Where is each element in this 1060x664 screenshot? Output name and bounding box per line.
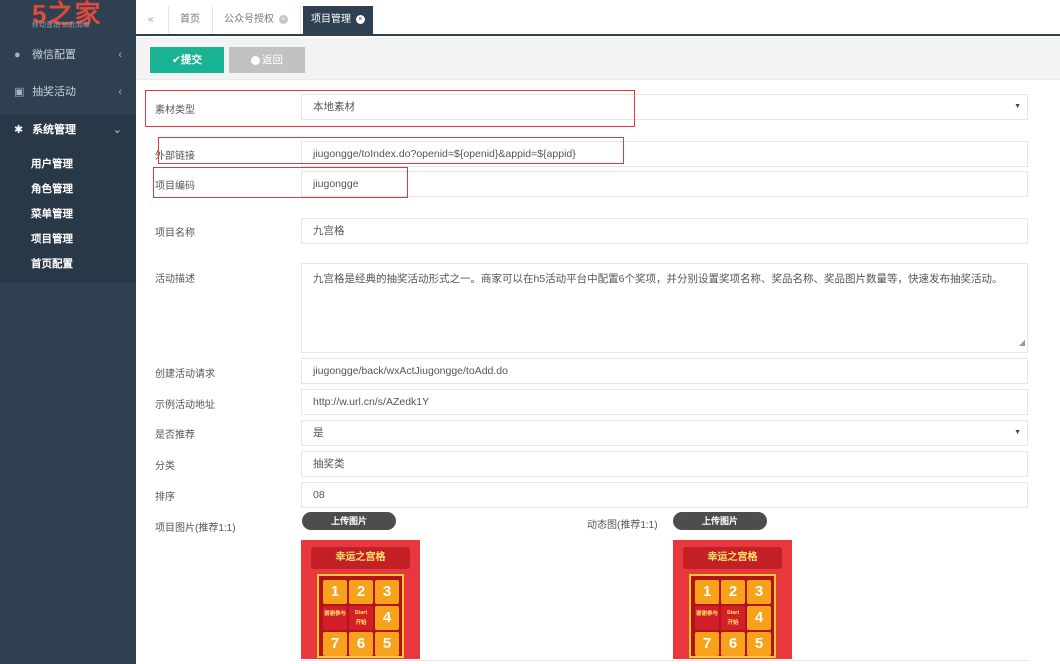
category-label: 分类 (155, 461, 175, 472)
highlight-box (158, 137, 624, 164)
preview-start-cell: Start 开始 (349, 606, 373, 630)
tab-home[interactable]: 首页 (180, 6, 200, 34)
create-request-label: 创建活动请求 (155, 369, 215, 380)
preview-cell: 6 (721, 632, 745, 656)
tab-official-account-auth[interactable]: 公众号授权 × (224, 6, 288, 34)
preview-cell: 6 (349, 632, 373, 656)
sidebar-subitem-menus[interactable]: 菜单管理 (0, 202, 136, 227)
preview-cell: 5 (747, 632, 771, 656)
sidebar-subitem-projects[interactable]: 项目管理 (0, 227, 136, 252)
preview-cell: 2 (721, 580, 745, 604)
preview-title: 幸运之宫格 (683, 547, 782, 569)
close-icon[interactable]: × (278, 14, 288, 24)
gift-icon: ▣ (14, 86, 25, 98)
sidebar-item-label: 抽奖活动 (32, 86, 77, 98)
preview-cell: 1 (695, 580, 719, 604)
divider (300, 6, 301, 34)
project-name-label: 项目名称 (155, 228, 195, 239)
project-name-input[interactable]: 九宫格 (301, 218, 1028, 244)
tab-bar: « 首页 公众号授权 × 项目管理 × (136, 0, 1060, 36)
tab-label: 公众号授权 (224, 14, 274, 25)
project-image-label: 项目图片(推荐1:1) (155, 523, 236, 534)
preview-start-text-cn: 开始 (355, 620, 367, 626)
recommended-select[interactable]: 是 ▼ (301, 420, 1028, 446)
highlight-box (145, 90, 635, 127)
highlight-box (153, 167, 408, 198)
preview-start-cell: Start 开始 (721, 606, 745, 630)
toolbar: ✔提交 返回 (136, 38, 1060, 80)
chevron-down-icon: ⌄ (112, 124, 122, 136)
sidebar-subitem-home-config[interactable]: 首页配置 (0, 252, 136, 277)
tab-label: 项目管理 (311, 14, 351, 25)
sidebar-item-label: 系统管理 (32, 124, 77, 136)
tab-scroll-left-icon[interactable]: « (148, 6, 154, 34)
description-text: 九宫格是经典的抽奖活动形式之一。商家可以在h5活动平台中配置6个奖项，并分别设置… (313, 273, 1003, 285)
preview-cell: 谢谢参与 (695, 606, 719, 630)
sidebar-item-lottery[interactable]: ▣ 抽奖活动 ‹ (0, 74, 136, 111)
preview-board: 1 2 3 谢谢参与 Start 开始 4 7 6 5 (689, 574, 776, 658)
divider (212, 6, 213, 34)
animated-image-label: 动态图(推荐1:1) (587, 520, 658, 531)
resize-handle-icon[interactable]: ◢ (1019, 335, 1025, 351)
divider (168, 6, 169, 34)
upload-project-image-button[interactable]: 上传图片 (302, 512, 396, 530)
project-code-input[interactable]: jiugongge (301, 171, 1028, 197)
sidebar-subitem-users[interactable]: 用户管理 (0, 152, 136, 177)
description-textarea[interactable]: 九宫格是经典的抽奖活动形式之一。商家可以在h5活动平台中配置6个奖项，并分别设置… (301, 263, 1028, 353)
preview-cell: 4 (375, 606, 399, 630)
recommended-value: 是 (313, 427, 324, 439)
sidebar-item-label: 微信配置 (32, 49, 77, 61)
tab-project-management[interactable]: 项目管理 × (303, 6, 373, 34)
dropdown-caret-icon: ▼ (1014, 429, 1021, 436)
preview-start-text: Start (726, 610, 740, 616)
sort-input[interactable]: 08 (301, 482, 1028, 508)
create-request-input[interactable]: jiugongge/back/wxActJiugongge/toAdd.do (301, 358, 1028, 384)
chevron-left-icon: ‹ (118, 49, 122, 61)
back-button[interactable]: 返回 (229, 47, 305, 73)
example-url-input[interactable]: http://w.url.cn/s/AZedk1Y (301, 389, 1028, 415)
preview-cell: 谢谢参与 (323, 606, 347, 630)
upload-animated-image-button[interactable]: 上传图片 (673, 512, 767, 530)
description-label: 活动描述 (155, 274, 195, 285)
back-circle-icon (251, 55, 260, 65)
preview-cell: 7 (323, 632, 347, 656)
sidebar-subitem-roles[interactable]: 角色管理 (0, 177, 136, 202)
submit-button[interactable]: ✔提交 (150, 47, 224, 73)
back-button-label: 返回 (262, 54, 283, 66)
recommended-label: 是否推荐 (155, 430, 195, 441)
dropdown-caret-icon: ▼ (1014, 103, 1021, 110)
sidebar: 5之家 移动营销 如此简单 ● 微信配置 ‹ ▣ 抽奖活动 ‹ ✱ 系统管理 ⌄… (0, 0, 136, 664)
chevron-left-icon: ‹ (118, 86, 122, 98)
preview-title: 幸运之宫格 (311, 547, 410, 569)
preview-start-text: Start (354, 610, 368, 616)
preview-board: 1 2 3 谢谢参与 Start 开始 4 7 6 5 (317, 574, 404, 658)
preview-cell: 5 (375, 632, 399, 656)
preview-cell: 3 (375, 580, 399, 604)
preview-cell: 7 (695, 632, 719, 656)
sidebar-item-system[interactable]: ✱ 系统管理 ⌄ (0, 115, 136, 146)
logo[interactable]: 5之家 移动营销 如此简单 (0, 0, 136, 36)
animated-image-preview: 幸运之宫格 1 2 3 谢谢参与 Start 开始 4 7 6 5 (673, 540, 792, 659)
sidebar-item-wechat-config[interactable]: ● 微信配置 ‹ (0, 37, 136, 74)
preview-start-text-cn: 开始 (727, 620, 739, 626)
logo-slogan: 移动营销 如此简单 (32, 22, 90, 29)
example-url-label: 示例活动地址 (155, 400, 215, 411)
close-icon[interactable]: × (355, 14, 365, 24)
sidebar-submenu: 用户管理 角色管理 菜单管理 项目管理 首页配置 (0, 146, 136, 283)
project-image-preview: 幸运之宫格 1 2 3 谢谢参与 Start 开始 4 7 6 5 (301, 540, 420, 659)
divider (301, 660, 1028, 664)
category-input[interactable]: 抽奖类 (301, 451, 1028, 477)
preview-cell: 2 (349, 580, 373, 604)
preview-cell: 4 (747, 606, 771, 630)
gear-icon: ✱ (14, 124, 24, 136)
preview-cell: 3 (747, 580, 771, 604)
sort-label: 排序 (155, 492, 175, 503)
wechat-icon: ● (14, 49, 21, 61)
preview-cell: 1 (323, 580, 347, 604)
